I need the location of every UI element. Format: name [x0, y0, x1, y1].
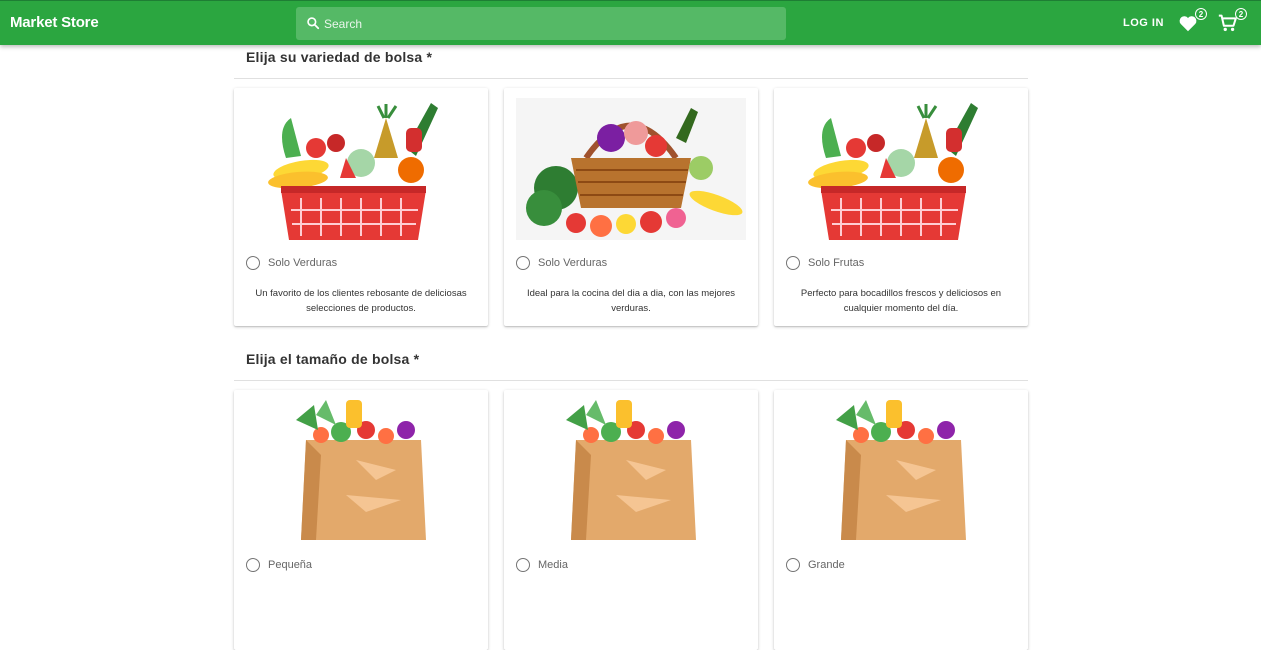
login-button[interactable]: LOG IN: [1123, 17, 1164, 29]
product-image: [246, 400, 476, 542]
size-option-label: Media: [538, 559, 568, 571]
size-section-title: Elija el tamaño de bolsa *: [246, 351, 420, 367]
radio-button[interactable]: [786, 256, 800, 270]
product-image: [516, 400, 746, 542]
variety-radio-option[interactable]: Solo Verduras: [246, 255, 337, 271]
variety-radio-option[interactable]: Solo Frutas: [786, 255, 864, 271]
divider: [234, 78, 1028, 79]
size-radio-option[interactable]: Grande: [786, 557, 845, 573]
variety-option-label: Solo Verduras: [538, 257, 608, 269]
radio-button[interactable]: [246, 558, 260, 572]
search-icon: [307, 17, 320, 30]
size-card[interactable]: Pequeña: [234, 390, 488, 650]
wishlist-count-badge: 2: [1195, 8, 1207, 20]
divider: [234, 380, 1028, 381]
radio-button[interactable]: [516, 558, 530, 572]
variety-section-title: Elija su variedad de bolsa *: [246, 49, 433, 65]
wishlist-button[interactable]: 2: [1177, 8, 1207, 36]
size-radio-option[interactable]: Media: [516, 557, 568, 573]
product-image: [246, 98, 476, 240]
radio-button[interactable]: [246, 256, 260, 270]
radio-button[interactable]: [786, 558, 800, 572]
size-option-label: Grande: [808, 559, 845, 571]
variety-option-label: Solo Verduras: [268, 257, 338, 269]
cart-button[interactable]: 2: [1217, 8, 1247, 36]
search-box[interactable]: [296, 7, 786, 40]
size-card[interactable]: Grande: [774, 390, 1028, 650]
product-image: [516, 98, 746, 240]
size-radio-option[interactable]: Pequeña: [246, 557, 312, 573]
variety-description: Ideal para la cocina del dia a dia, con …: [526, 288, 736, 314]
product-image: [786, 98, 1016, 240]
product-image: [786, 400, 1016, 542]
variety-card[interactable]: Solo Frutas Perfecto para bocadillos fre…: [774, 88, 1028, 326]
variety-description: Perfecto para bocadillos frescos y delic…: [800, 288, 1002, 314]
variety-option-label: Solo Frutas: [808, 257, 865, 269]
size-options: Pequeña Media Grande: [234, 390, 1028, 650]
size-card[interactable]: Media: [504, 390, 758, 650]
size-option-label: Pequeña: [268, 559, 313, 571]
brand-logo[interactable]: Market Store: [10, 14, 99, 31]
search-input[interactable]: [324, 7, 774, 40]
size-section: Elija el tamaño de bolsa * Pequeña Media: [234, 347, 1028, 650]
main-content: Elija su variedad de bolsa * Solo Verdur…: [234, 45, 1028, 650]
app-bar: Market Store LOG IN 2 2: [0, 0, 1261, 45]
variety-card[interactable]: Solo Verduras Ideal para la cocina del d…: [504, 88, 758, 326]
radio-button[interactable]: [516, 256, 530, 270]
variety-description: Un favorito de los clientes rebosante de…: [255, 288, 467, 314]
variety-radio-option[interactable]: Solo Verduras: [516, 255, 607, 271]
variety-card[interactable]: Solo Verduras Un favorito de los cliente…: [234, 88, 488, 326]
cart-count-badge: 2: [1235, 8, 1247, 20]
variety-options: Solo Verduras Un favorito de los cliente…: [234, 88, 1028, 328]
